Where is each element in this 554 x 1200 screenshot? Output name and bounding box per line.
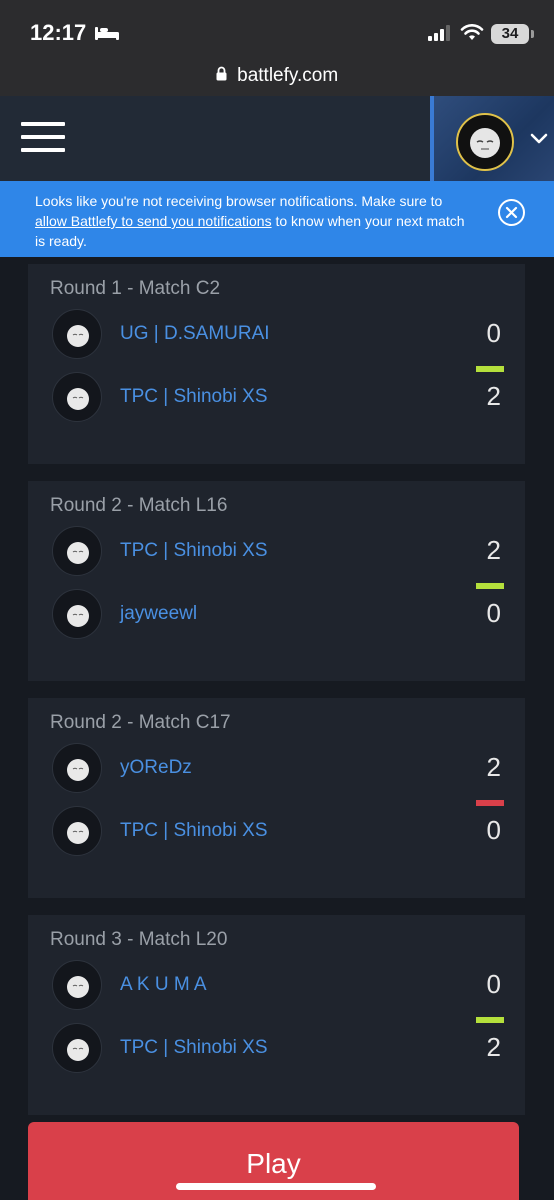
address-bar[interactable]: battlefy.com [0, 58, 554, 96]
banner-message: Looks like you're not receiving browser … [35, 191, 475, 251]
lock-icon [216, 65, 227, 87]
match-card[interactable]: Round 2 - Match L16 TPC | Shinobi XS 2 j… [28, 481, 525, 681]
player-name[interactable]: UG | D.SAMURAI [120, 323, 270, 345]
player-score: 0 [486, 598, 501, 628]
player-name[interactable]: A K U M A [120, 974, 207, 996]
player-avatar [52, 589, 102, 639]
chevron-down-icon[interactable] [530, 132, 548, 150]
battery-indicator: 34 [491, 24, 534, 44]
player-avatar [52, 743, 102, 793]
player-row[interactable]: TPC | Shinobi XS 2 [50, 372, 505, 424]
notification-banner: Looks like you're not receiving browser … [0, 181, 554, 257]
player-name[interactable]: yOReDz [120, 757, 192, 779]
wifi-icon [460, 24, 484, 47]
match-card[interactable]: Round 1 - Match C2 UG | D.SAMURAI 0 TPC … [28, 264, 525, 464]
player-row[interactable]: jayweewl 0 [50, 589, 505, 641]
player-row[interactable]: A K U M A 0 [50, 960, 505, 1012]
player-avatar [52, 309, 102, 359]
match-title: Round 2 - Match C17 [50, 712, 231, 733]
player-score: 2 [486, 1032, 501, 1062]
player-avatar [52, 372, 102, 422]
enable-notifications-link[interactable]: allow Battlefy to send you notifications [35, 213, 272, 229]
player-row[interactable]: TPC | Shinobi XS 0 [50, 806, 505, 858]
player-row[interactable]: yOReDz 2 [50, 743, 505, 795]
play-button-label: Play [246, 1148, 301, 1179]
player-name[interactable]: TPC | Shinobi XS [120, 540, 268, 562]
player-row[interactable]: TPC | Shinobi XS 2 [50, 526, 505, 578]
sleep-mode-icon [94, 25, 120, 46]
match-title: Round 3 - Match L20 [50, 929, 228, 950]
status-time: 12:17 [30, 20, 87, 45]
player-score: 0 [486, 318, 501, 348]
match-title: Round 1 - Match C2 [50, 278, 221, 299]
player-score: 2 [486, 381, 501, 411]
player-score: 2 [486, 535, 501, 565]
hamburger-menu-icon[interactable] [21, 122, 65, 152]
user-avatar[interactable] [456, 113, 514, 171]
player-name[interactable]: TPC | Shinobi XS [120, 386, 268, 408]
player-name[interactable]: jayweewl [120, 603, 197, 625]
user-menu[interactable] [430, 96, 554, 181]
player-score: 0 [486, 815, 501, 845]
match-card[interactable]: Round 3 - Match L20 A K U M A 0 TPC | Sh… [28, 915, 525, 1115]
player-row[interactable]: UG | D.SAMURAI 0 [50, 309, 505, 361]
banner-text-before: Looks like you're not receiving browser … [35, 193, 443, 209]
player-score: 2 [486, 752, 501, 782]
player-avatar [52, 1023, 102, 1073]
cellular-signal-icon [428, 25, 452, 46]
player-avatar [52, 960, 102, 1010]
player-name[interactable]: TPC | Shinobi XS [120, 820, 268, 842]
match-card[interactable]: Round 2 - Match C17 yOReDz 2 TPC | Shino… [28, 698, 525, 898]
status-bar: 12:17 34 [0, 0, 554, 58]
home-indicator [176, 1183, 376, 1190]
url-text: battlefy.com [237, 65, 339, 86]
player-row[interactable]: TPC | Shinobi XS 2 [50, 1023, 505, 1075]
player-score: 0 [486, 969, 501, 999]
player-avatar [52, 526, 102, 576]
match-title: Round 2 - Match L16 [50, 495, 228, 516]
player-avatar [52, 806, 102, 856]
close-icon[interactable] [497, 198, 526, 232]
player-name[interactable]: TPC | Shinobi XS [120, 1037, 268, 1059]
